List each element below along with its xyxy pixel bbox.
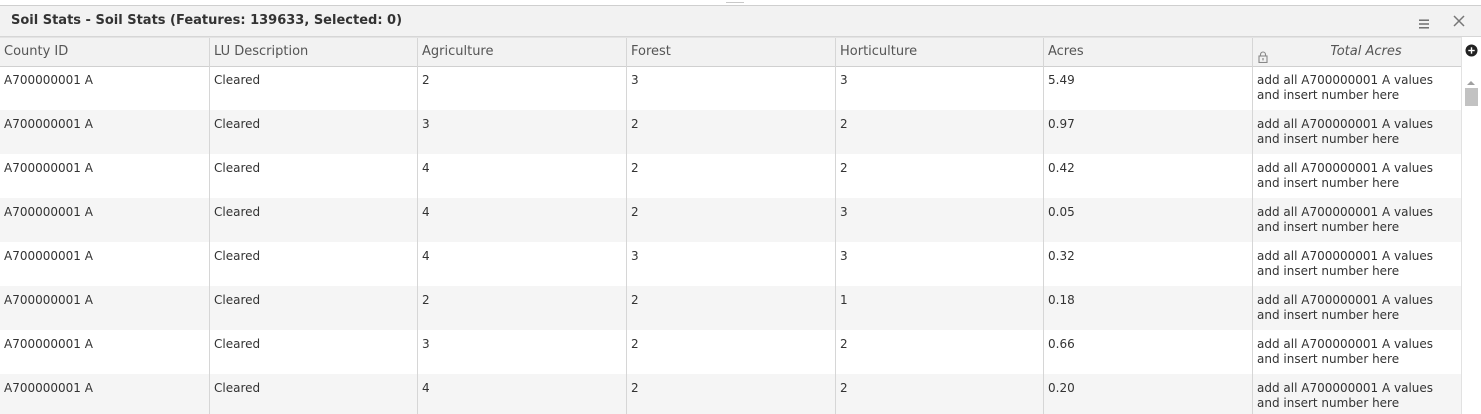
hamburger-menu-icon[interactable] bbox=[1418, 15, 1430, 29]
cell-horticulture: 1 bbox=[836, 286, 1044, 330]
table-row[interactable]: A700000001 A Cleared 4 2 3 0.05 add all … bbox=[0, 198, 1461, 242]
cell-agriculture: 3 bbox=[418, 110, 627, 154]
plus-circle-icon[interactable] bbox=[1465, 42, 1478, 57]
cell-agriculture: 3 bbox=[418, 330, 627, 374]
cell-acres: 0.32 bbox=[1044, 242, 1253, 286]
cell-agriculture: 4 bbox=[418, 374, 627, 414]
column-header-forest[interactable]: Forest bbox=[627, 38, 836, 66]
cell-lu-description: Cleared bbox=[210, 242, 418, 286]
cell-acres: 0.66 bbox=[1044, 330, 1253, 374]
cell-lu-description: Cleared bbox=[210, 286, 418, 330]
cell-lu-description: Cleared bbox=[210, 110, 418, 154]
cell-county-id: A700000001 A bbox=[0, 198, 210, 242]
table-row[interactable]: A700000001 A Cleared 3 2 2 0.97 add all … bbox=[0, 110, 1461, 154]
close-icon[interactable] bbox=[1451, 13, 1467, 29]
scroll-up-arrow-icon[interactable] bbox=[1466, 72, 1476, 85]
cell-forest: 2 bbox=[627, 154, 836, 198]
cell-agriculture: 2 bbox=[418, 66, 627, 110]
column-header-county-id[interactable]: County ID bbox=[0, 38, 210, 66]
cell-lu-description: Cleared bbox=[210, 198, 418, 242]
cell-acres: 0.42 bbox=[1044, 154, 1253, 198]
cell-acres: 0.05 bbox=[1044, 198, 1253, 242]
cell-horticulture: 3 bbox=[836, 66, 1044, 110]
cell-acres: 5.49 bbox=[1044, 66, 1253, 110]
cell-county-id: A700000001 A bbox=[0, 286, 210, 330]
table-row[interactable]: A700000001 A Cleared 2 3 3 5.49 add all … bbox=[0, 66, 1461, 110]
table-header: County ID LU Description Agriculture For… bbox=[0, 37, 1461, 67]
cell-county-id: A700000001 A bbox=[0, 110, 210, 154]
cell-acres: 0.97 bbox=[1044, 110, 1253, 154]
cell-horticulture: 2 bbox=[836, 374, 1044, 414]
cell-forest: 3 bbox=[627, 242, 836, 286]
cell-lu-description: Cleared bbox=[210, 330, 418, 374]
cell-forest: 2 bbox=[627, 198, 836, 242]
column-header-acres[interactable]: Acres bbox=[1044, 38, 1253, 66]
cell-county-id: A700000001 A bbox=[0, 154, 210, 198]
cell-horticulture: 2 bbox=[836, 154, 1044, 198]
window-title: Soil Stats - Soil Stats (Features: 13963… bbox=[11, 13, 403, 28]
cell-total-acres: add all A700000001 A values and insert n… bbox=[1257, 293, 1434, 322]
cell-total-acres: add all A700000001 A values and insert n… bbox=[1257, 381, 1434, 410]
cell-forest: 2 bbox=[627, 286, 836, 330]
resize-handle[interactable] bbox=[726, 2, 744, 3]
table-row[interactable]: A700000001 A Cleared 2 2 1 0.18 add all … bbox=[0, 286, 1461, 330]
cell-lu-description: Cleared bbox=[210, 66, 418, 110]
cell-forest: 2 bbox=[627, 374, 836, 414]
cell-horticulture: 2 bbox=[836, 110, 1044, 154]
attribute-table-panel: Soil Stats - Soil Stats (Features: 13963… bbox=[0, 5, 1481, 414]
cell-total-acres: add all A700000001 A values and insert n… bbox=[1257, 205, 1434, 234]
cell-acres: 0.20 bbox=[1044, 374, 1253, 414]
cell-acres: 0.18 bbox=[1044, 286, 1253, 330]
cell-county-id: A700000001 A bbox=[0, 242, 210, 286]
cell-lu-description: Cleared bbox=[210, 154, 418, 198]
cell-forest: 2 bbox=[627, 110, 836, 154]
attribute-grid: County ID LU Description Agriculture For… bbox=[0, 37, 1461, 414]
cell-lu-description: Cleared bbox=[210, 374, 418, 414]
cell-agriculture: 2 bbox=[418, 286, 627, 330]
cell-horticulture: 2 bbox=[836, 330, 1044, 374]
total-acres-label: Total Acres bbox=[1330, 44, 1402, 59]
table-row[interactable]: A700000001 A Cleared 3 2 2 0.66 add all … bbox=[0, 330, 1461, 374]
vertical-scrollbar[interactable] bbox=[1461, 37, 1481, 414]
scrollbar-thumb[interactable] bbox=[1465, 88, 1478, 106]
cell-county-id: A700000001 A bbox=[0, 374, 210, 414]
cell-total-acres: add all A700000001 A values and insert n… bbox=[1257, 117, 1434, 146]
column-header-agriculture[interactable]: Agriculture bbox=[418, 38, 627, 66]
cell-agriculture: 4 bbox=[418, 242, 627, 286]
cell-agriculture: 4 bbox=[418, 154, 627, 198]
cell-forest: 2 bbox=[627, 330, 836, 374]
cell-horticulture: 3 bbox=[836, 198, 1044, 242]
table-row[interactable]: A700000001 A Cleared 4 2 2 0.20 add all … bbox=[0, 374, 1461, 414]
cell-county-id: A700000001 A bbox=[0, 330, 210, 374]
title-bar: Soil Stats - Soil Stats (Features: 13963… bbox=[0, 6, 1481, 37]
table-row[interactable]: A700000001 A Cleared 4 2 2 0.42 add all … bbox=[0, 154, 1461, 198]
cell-agriculture: 4 bbox=[418, 198, 627, 242]
lock-icon bbox=[1258, 46, 1268, 64]
column-header-horticulture[interactable]: Horticulture bbox=[836, 38, 1044, 66]
column-header-total-acres[interactable]: Total Acres bbox=[1253, 38, 1461, 66]
column-header-lu-description[interactable]: LU Description bbox=[210, 38, 418, 66]
cell-horticulture: 3 bbox=[836, 242, 1044, 286]
cell-total-acres: add all A700000001 A values and insert n… bbox=[1257, 73, 1434, 102]
table-row[interactable]: A700000001 A Cleared 4 3 3 0.32 add all … bbox=[0, 242, 1461, 286]
cell-total-acres: add all A700000001 A values and insert n… bbox=[1257, 161, 1434, 190]
cell-total-acres: add all A700000001 A values and insert n… bbox=[1257, 249, 1434, 278]
cell-forest: 3 bbox=[627, 66, 836, 110]
cell-total-acres: add all A700000001 A values and insert n… bbox=[1257, 337, 1434, 366]
cell-county-id: A700000001 A bbox=[0, 66, 210, 110]
